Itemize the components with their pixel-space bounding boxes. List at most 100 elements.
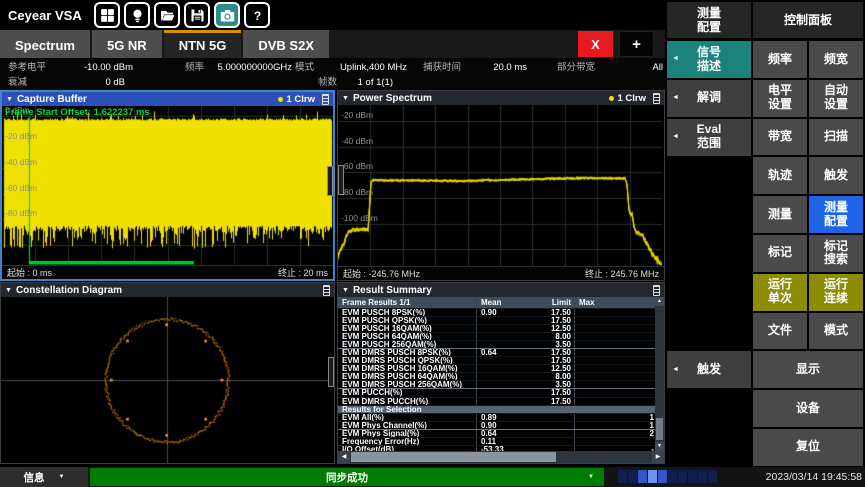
progress-segment	[678, 470, 687, 483]
sidebar-btn-bandwidth[interactable]: 带宽	[753, 119, 807, 156]
collapse-icon[interactable]: ▼	[6, 96, 13, 103]
table-row: EVM DMRS PUSCH 64QAM(%)8.00	[338, 372, 664, 380]
sidebar-btn-run-single[interactable]: 运行 单次	[753, 274, 807, 311]
sidebar-btn-span[interactable]: 频宽	[809, 41, 863, 78]
open-folder-icon[interactable]	[154, 2, 180, 28]
mode-value[interactable]: Uplink,400 MHz	[340, 61, 407, 74]
progress-segment	[668, 470, 677, 483]
tab-dvb-s2x[interactable]: DVB S2X	[243, 30, 329, 58]
panel-capture-buffer: ▼ Capture Buffer 1 Clrw 0 dBm-20 dBm-40 …	[0, 90, 335, 281]
sidebar-btn-auto-settings[interactable]: 自动 设置	[809, 80, 863, 117]
camera-icon[interactable]	[214, 2, 240, 28]
capture-plot-area[interactable]: 0 dBm-20 dBm-40 dBm-60 dBm-80 dBm Frame …	[2, 106, 333, 265]
table-row: EVM PUSCH 256QAM(%)3.50	[338, 340, 664, 348]
sidebar-btn-trace[interactable]: 轨迹	[753, 157, 807, 194]
scroll-track[interactable]	[655, 306, 664, 442]
tab-5g-nr[interactable]: 5G NR	[92, 30, 162, 58]
sidebar-btn-device[interactable]: 设备	[753, 390, 863, 427]
capture-time-value[interactable]: 20.0 ms	[493, 61, 527, 74]
measure-config-header: 测量 配置	[667, 2, 751, 38]
trace-color-dot	[278, 97, 283, 102]
scroll-thumb[interactable]	[656, 418, 663, 440]
col-max: Max	[574, 297, 655, 308]
bulb-icon[interactable]	[124, 2, 150, 28]
capture-time-label: 捕获时间	[423, 61, 461, 74]
constellation-header[interactable]: ▼ Constellation Diagram	[1, 283, 334, 297]
info-button[interactable]: 信息 ▼	[0, 467, 88, 487]
table-row: EVM All(%)0.891	[338, 413, 664, 421]
panel-options-icon[interactable]	[653, 93, 660, 104]
sidebar-control-column: 控制面板 频率频宽电平 设置自动 设置带宽扫描轨迹触发测量测量 配置标记标记 搜…	[753, 0, 865, 467]
save-icon[interactable]	[184, 2, 210, 28]
add-tab-button[interactable]: +	[619, 31, 654, 57]
sidebar-btn-file[interactable]: 文件	[753, 313, 807, 350]
table-row: EVM PUSCH 16QAM(%)12.50	[338, 324, 664, 332]
tab-spectrum[interactable]: Spectrum	[0, 30, 90, 58]
sidebar-btn-mode[interactable]: 模式	[809, 313, 863, 350]
table-row: EVM PUSCH QPSK(%)17.50	[338, 316, 664, 324]
scroll-track[interactable]	[350, 451, 652, 463]
frame-count-label: 帧数	[318, 76, 337, 89]
progress-segments	[618, 470, 717, 483]
sidebar-btn-trigger[interactable]: 触发	[809, 157, 863, 194]
sidebar-btn-reset[interactable]: 复位	[753, 429, 863, 466]
app-title: Ceyear VSA	[8, 8, 88, 23]
x-stop-label: 终止 : 20 ms	[278, 266, 328, 279]
scroll-left-arrow[interactable]: ◀	[338, 451, 350, 463]
status-bar: 信息 ▼ 同步成功 ▼ 2023/03/14 19:45:58	[0, 467, 865, 487]
sidebar-item-signal-description[interactable]: ◄信号 描述	[667, 41, 751, 78]
scroll-grip[interactable]	[328, 357, 334, 387]
ref-level-value[interactable]: -10.00 dBm	[84, 61, 133, 74]
settings-strip: 参考电平-10.00 dBm 频率5.000000000GHz 模式Uplink…	[0, 58, 665, 90]
info-label: 信息	[24, 470, 45, 485]
attenuation-value[interactable]: 0 dB	[105, 76, 125, 89]
panel-title: Constellation Diagram	[16, 285, 316, 296]
panel-options-icon[interactable]	[323, 285, 330, 296]
table-row: EVM Phys Signal(%)0.642	[338, 429, 664, 437]
sidebar-item-trigger-menu[interactable]: ◄触发	[667, 351, 751, 388]
sync-status-bar[interactable]: 同步成功 ▼	[90, 468, 604, 486]
vertical-scrollbar[interactable]: ▲ ▼	[655, 297, 664, 451]
frequency-value[interactable]: 5.000000000GHz	[218, 61, 292, 74]
trace-label: 1 Clrw	[286, 94, 315, 105]
collapse-icon[interactable]: ▼	[5, 287, 12, 294]
progress-segment	[618, 470, 627, 483]
tab-ntn-5g[interactable]: NTN 5G	[164, 30, 242, 58]
collapse-icon[interactable]: ▼	[342, 287, 349, 294]
help-icon[interactable]: ?	[244, 2, 270, 28]
collapse-icon[interactable]: ▼	[342, 95, 349, 102]
scroll-down-arrow[interactable]: ▼	[655, 442, 664, 451]
spectrum-plot-area[interactable]: -20 dBm-40 dBm-60 dBm-80 dBm-100 dBm	[338, 105, 664, 266]
horizontal-scrollbar[interactable]: ◀ ▶	[338, 451, 664, 463]
partial-bw-value[interactable]: All	[652, 61, 663, 74]
scroll-grip[interactable]	[338, 165, 344, 195]
sidebar-item-demodulation[interactable]: ◄解调	[667, 80, 751, 117]
sidebar-btn-frequency[interactable]: 频率	[753, 41, 807, 78]
sidebar-btn-display[interactable]: 显示	[753, 351, 863, 388]
progress-segment	[648, 470, 657, 483]
panel-options-icon[interactable]	[322, 94, 329, 105]
sidebar-item-eval-range[interactable]: ◄Eval 范围	[667, 119, 751, 156]
capture-buffer-header[interactable]: ▼ Capture Buffer 1 Clrw	[2, 92, 333, 106]
sidebar-btn-measure[interactable]: 测量	[753, 196, 807, 233]
close-tab-button[interactable]: X	[578, 31, 613, 57]
scroll-right-arrow[interactable]: ▶	[652, 451, 664, 463]
sidebar-btn-measure-config[interactable]: 测量 配置	[809, 196, 863, 233]
progress-segment	[638, 470, 647, 483]
scroll-up-arrow[interactable]: ▲	[655, 297, 664, 306]
panel-options-icon[interactable]	[653, 285, 660, 296]
window-layout-icon[interactable]	[94, 2, 120, 28]
scroll-thumb[interactable]	[351, 452, 556, 462]
result-summary-header[interactable]: ▼ Result Summary	[338, 283, 664, 297]
power-spectrum-header[interactable]: ▼ Power Spectrum 1 Clrw	[338, 91, 664, 105]
sidebar-btn-marker-search[interactable]: 标记 搜索	[809, 235, 863, 272]
constellation-plot-area[interactable]	[1, 297, 334, 463]
sidebar-btn-run-continuous[interactable]: 运行 连续	[809, 274, 863, 311]
frame-start-offset-annotation: Frame Start Offset: 1.622237 ms	[5, 107, 150, 118]
sidebar-btn-sweep[interactable]: 扫描	[809, 119, 863, 156]
sidebar-btn-marker[interactable]: 标记	[753, 235, 807, 272]
frame-count-value[interactable]: 1 of 1(1)	[358, 76, 393, 89]
sidebar-btn-level-settings[interactable]: 电平 设置	[753, 80, 807, 117]
scroll-grip[interactable]	[327, 166, 333, 196]
table-section-row: Results for Selection	[338, 405, 664, 413]
